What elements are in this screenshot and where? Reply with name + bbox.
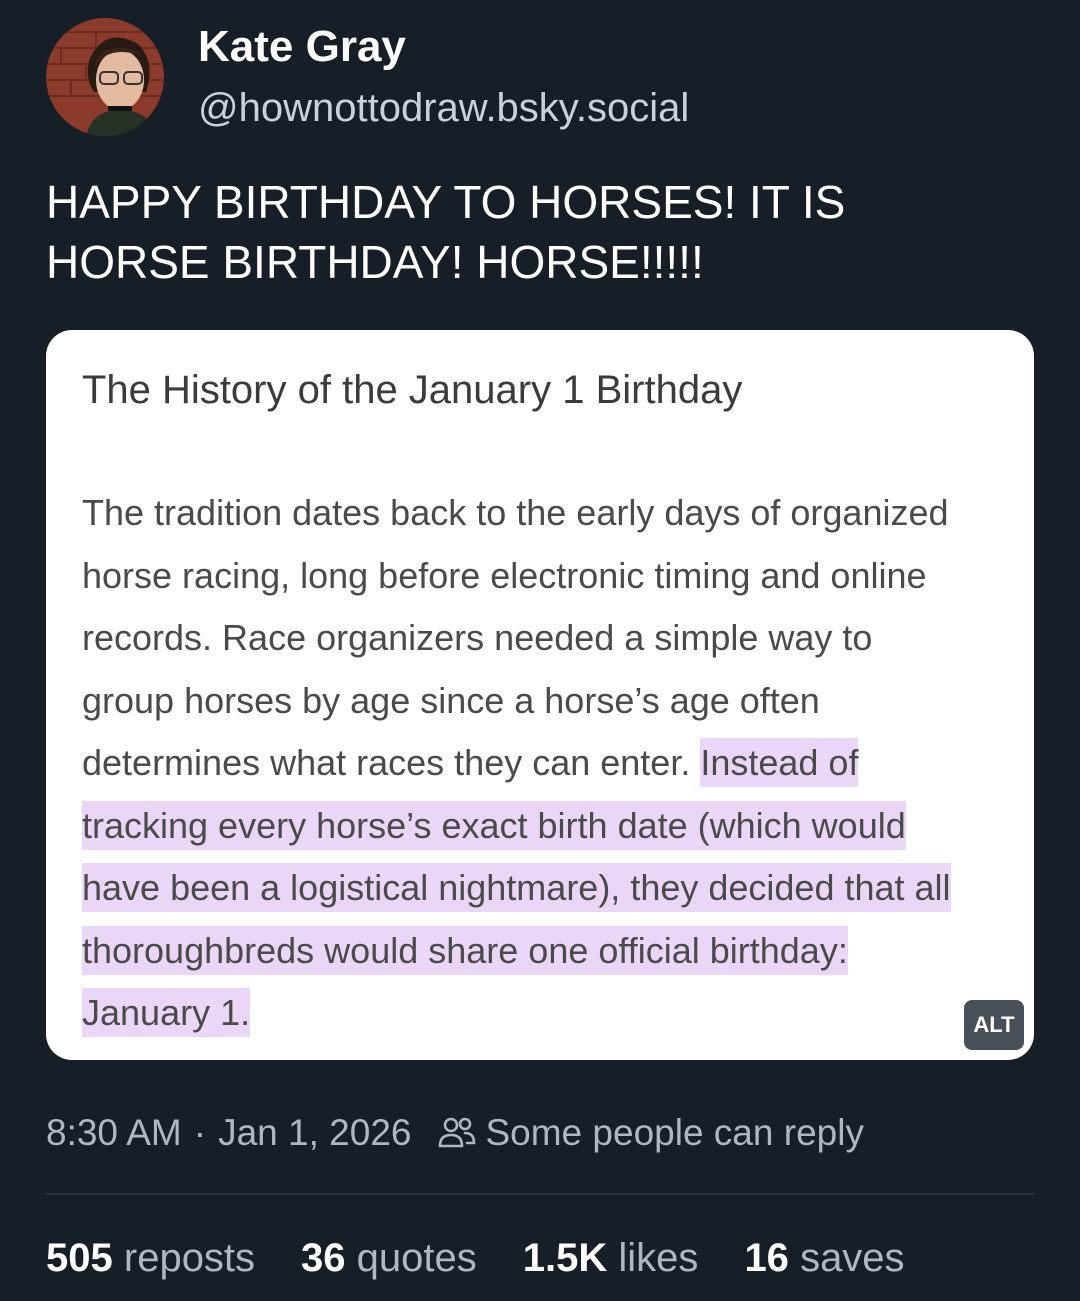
post-image[interactable]: The History of the January 1 Birthday Th… [46,330,1034,1060]
reposts-stat[interactable]: 505 reposts [46,1236,255,1281]
image-text-line: The tradition dates back to the early da… [82,492,949,533]
post-meta: 8:30 AM · Jan 1, 2026 Some people can re… [46,1112,864,1154]
reply-setting-link[interactable]: Some people can reply [485,1112,863,1154]
alt-text-button[interactable]: ALT [964,1000,1024,1050]
engagement-stats: 505 reposts 36 quotes 1.5K likes 16 save… [46,1236,951,1281]
saves-stat[interactable]: 16 saves [744,1236,904,1281]
meta-separator: · [193,1112,207,1153]
image-text-line: tracking every horse’s exact birth date … [82,795,951,858]
post-time: 8:30 AM [46,1112,182,1153]
image-text-line: thoroughbreds would share one official b… [82,920,951,983]
image-text-line: horse racing, long before electronic tim… [82,554,927,596]
post-date: Jan 1, 2026 [218,1112,412,1153]
post-thread-view: Kate Gray @hownottodraw.bsky.social HAPP… [0,0,1080,1301]
author-avatar[interactable] [46,18,164,136]
author-handle[interactable]: @hownottodraw.bsky.social [198,86,689,131]
divider [46,1193,1034,1195]
image-title: The History of the January 1 Birthday [82,368,743,412]
post-text-line: HAPPY BIRTHDAY TO HORSES! IT IS [46,176,846,228]
image-body-text: The tradition dates back to the early da… [82,482,951,1045]
author-display-name[interactable]: Kate Gray [198,22,406,72]
image-text-line: have been a logistical nightmare), they … [82,857,951,920]
likes-stat[interactable]: 1.5K likes [523,1236,699,1281]
image-text-line: determines what races they can enter. In… [82,732,951,795]
image-text-line: group horses by age since a horse’s age … [82,679,820,721]
quotes-stat[interactable]: 36 quotes [301,1236,477,1281]
post-text-line: HORSE BIRTHDAY! HORSE!!!!! [46,236,704,288]
image-text-line: records. Race organizers needed a simple… [82,617,873,658]
people-icon [437,1113,477,1153]
post-text: HAPPY BIRTHDAY TO HORSES! IT IS HORSE BI… [46,172,1036,292]
image-text-line: January 1. [82,982,951,1045]
